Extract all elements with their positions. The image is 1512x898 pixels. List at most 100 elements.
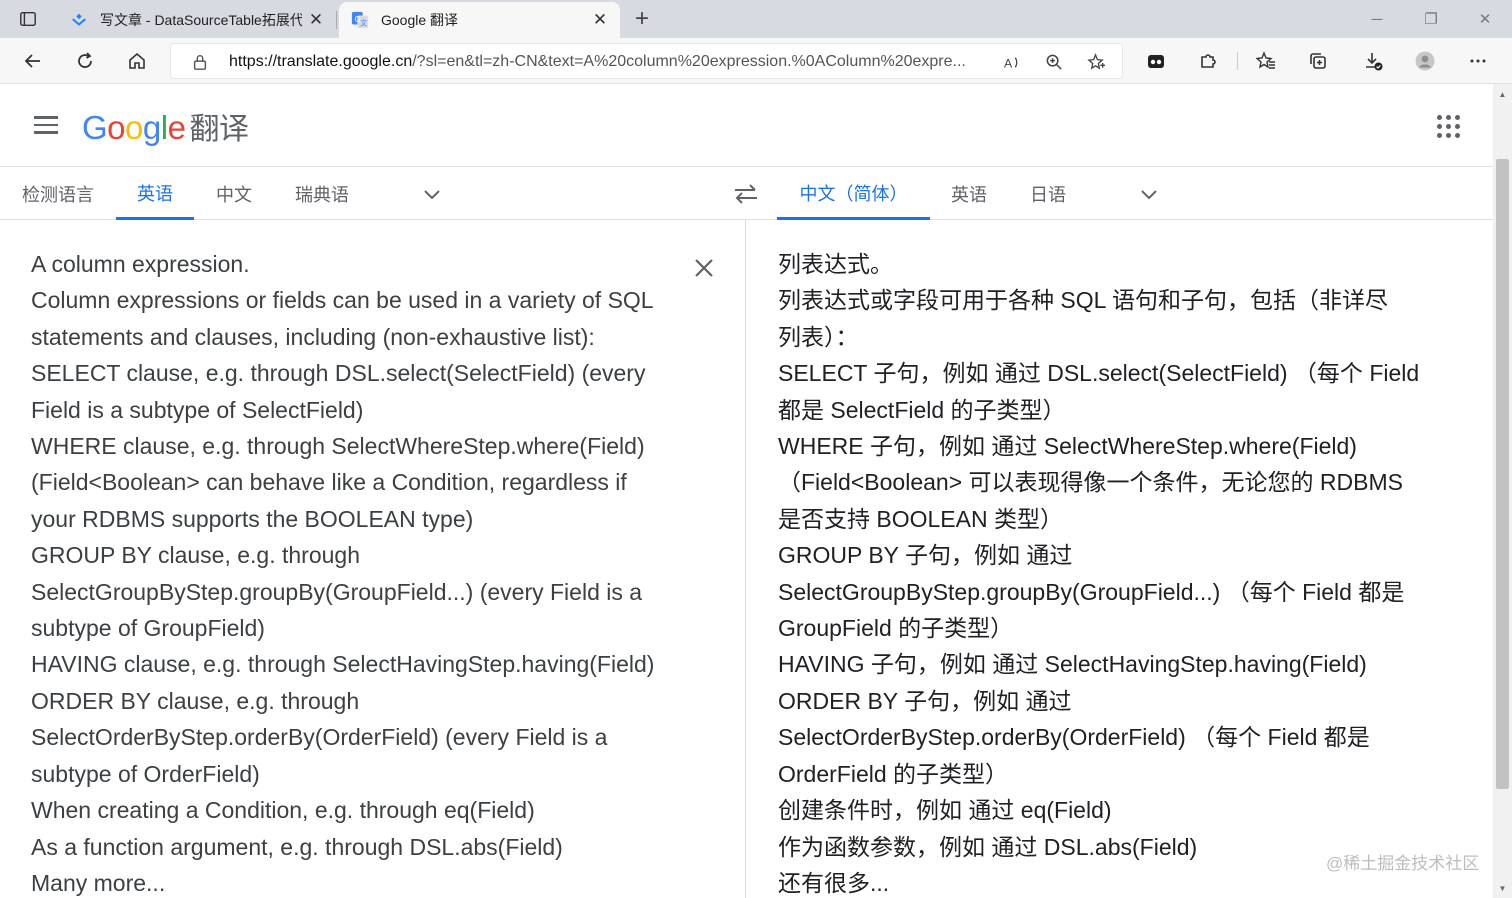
target-line: SelectOrderByStep.orderBy(OrderField) （每…	[778, 724, 1370, 751]
swap-languages-icon[interactable]	[732, 181, 760, 207]
source-line: your RDBMS supports the BOOLEAN type)	[31, 505, 474, 532]
target-line: OrderField 的子类型）	[778, 760, 1009, 787]
url-host: https://translate.google.cn	[229, 53, 413, 70]
source-line: A column expression.	[31, 251, 250, 277]
url-text[interactable]: https://translate.google.cn/?sl=en&tl=zh…	[229, 53, 999, 71]
target-lang-chinese-simplified[interactable]: 中文（简体）	[777, 168, 930, 220]
source-line: ORDER BY clause, e.g. through	[31, 687, 360, 714]
target-line: 列表达式或字段可用于各种 SQL 语句和子句，包括（非详尽	[778, 287, 1388, 314]
profile-icon[interactable]	[1408, 45, 1442, 77]
translate-favicon-icon: G文	[351, 11, 369, 29]
lock-icon[interactable]	[191, 53, 209, 71]
close-tab-icon[interactable]: ✕	[302, 6, 330, 34]
scroll-down-icon[interactable]: ▼	[1493, 880, 1512, 896]
source-line: subtype of OrderField)	[31, 760, 260, 787]
source-line: SelectOrderByStep.orderBy(OrderField) (e…	[31, 724, 608, 751]
logo-letter: l	[160, 109, 168, 146]
svg-text:A: A	[1003, 56, 1012, 70]
scroll-up-icon[interactable]: ▲	[1493, 86, 1512, 102]
target-more-chevron-down-icon[interactable]	[1137, 182, 1161, 206]
target-line: GroupField 的子类型）	[778, 615, 1014, 642]
more-icon[interactable]	[1461, 45, 1495, 77]
close-tab-icon[interactable]: ✕	[586, 6, 614, 34]
tab-title: Google 翻译	[381, 12, 459, 28]
clear-text-close-icon[interactable]	[690, 254, 718, 282]
google-apps-icon[interactable]	[1434, 112, 1462, 140]
target-line: （Field<Boolean> 可以表现得像一个条件，无论您的 RDBMS	[778, 469, 1403, 496]
main-menu-icon[interactable]	[30, 112, 64, 138]
language-bar: 检测语言 英语 中文 瑞典语 中文（简体） 英语 日语	[0, 168, 1493, 220]
source-line: subtype of GroupField)	[31, 615, 265, 642]
close-window-icon[interactable]: ✕	[1458, 0, 1512, 38]
tab-strip: 写文章 - DataSourceTable拓展代 ✕ G文 Google 翻译 …	[0, 0, 1512, 38]
tab-article[interactable]: 写文章 - DataSourceTable拓展代 ✕	[58, 2, 336, 38]
target-line: 创建条件时，例如 通过 eq(Field)	[778, 797, 1112, 824]
source-line: statements and clauses, including (non-e…	[31, 323, 595, 350]
minimize-icon[interactable]: ─	[1350, 0, 1404, 38]
add-favorite-icon[interactable]	[1085, 52, 1107, 72]
scrollbar-thumb[interactable]	[1496, 159, 1509, 789]
home-icon[interactable]	[120, 45, 154, 77]
target-lang-english[interactable]: 英语	[945, 168, 993, 219]
source-line: SelectGroupByStep.groupBy(GroupField...)…	[31, 578, 643, 605]
source-lang-chinese[interactable]: 中文	[212, 168, 256, 219]
source-line: As a function argument, e.g. through DSL…	[31, 833, 563, 860]
target-line: HAVING 子句，例如 通过 SelectHavingStep.having(…	[778, 651, 1367, 678]
source-line: (Field<Boolean> can behave like a Condit…	[31, 469, 627, 496]
new-tab-button[interactable]: +	[628, 6, 656, 32]
logo-letter: o	[125, 109, 143, 146]
target-line: GROUP BY 子句，例如 通过	[778, 542, 1073, 569]
google-translate-logo[interactable]: Google 翻译	[82, 104, 249, 146]
read-aloud-icon[interactable]: A	[1001, 52, 1023, 72]
watermark-text: @稀土掘金技术社区	[1326, 854, 1480, 873]
source-line: Many more...	[31, 869, 166, 896]
page-scrollbar[interactable]: ▲ ▼	[1493, 84, 1512, 898]
source-textarea[interactable]: A column expression. Column expressions …	[31, 246, 671, 898]
target-line: SELECT 子句，例如 通过 DSL.select(SelectField) …	[778, 360, 1420, 387]
target-line: WHERE 子句，例如 通过 SelectWhereStep.where(Fie…	[778, 433, 1357, 460]
juejin-favicon-icon	[72, 13, 86, 26]
logo-letter: G	[82, 109, 108, 146]
url-path: /?sl=en&tl=zh-CN&text=A%20column%20expre…	[412, 53, 966, 70]
source-lang-swedish[interactable]: 瑞典语	[290, 168, 354, 219]
extension-icon[interactable]	[1139, 45, 1173, 77]
zoom-icon[interactable]	[1043, 52, 1065, 72]
panel-divider	[745, 220, 746, 898]
target-line: 是否支持 BOOLEAN 类型）	[778, 505, 1063, 532]
tab-separator	[336, 11, 337, 29]
target-line: SelectGroupByStep.groupBy(GroupField...)…	[778, 578, 1405, 605]
tab-title: 写文章 - DataSourceTable拓展代	[100, 12, 302, 28]
source-line: SELECT clause, e.g. through DSL.select(S…	[31, 360, 646, 387]
target-line: 都是 SelectField 的子类型）	[778, 396, 1066, 423]
translate-header: Google 翻译	[0, 84, 1493, 167]
toolbar-divider	[1237, 52, 1238, 70]
refresh-icon[interactable]	[68, 45, 102, 77]
source-lang-detect[interactable]: 检测语言	[20, 168, 96, 219]
source-lang-english[interactable]: 英语	[116, 168, 194, 220]
tab-actions-icon[interactable]	[8, 6, 48, 32]
svg-text:文: 文	[360, 18, 367, 27]
logo-letter: g	[142, 109, 161, 146]
restore-icon[interactable]: ❐	[1404, 0, 1458, 38]
collections-icon[interactable]	[1301, 45, 1335, 77]
downloads-icon[interactable]	[1356, 45, 1390, 77]
browser-toolbar: https://translate.google.cn/?sl=en&tl=zh…	[0, 38, 1512, 84]
translation-output: 列表达式。 列表达式或字段可用于各种 SQL 语句和子句，包括（非详尽 列表）：…	[778, 246, 1438, 898]
target-line: ORDER BY 子句，例如 通过	[778, 687, 1072, 714]
back-icon[interactable]	[16, 45, 50, 77]
target-line: 列表）：	[778, 323, 859, 350]
address-bar[interactable]: https://translate.google.cn/?sl=en&tl=zh…	[170, 43, 1123, 79]
favorites-icon[interactable]	[1249, 45, 1283, 77]
target-line: 列表达式。	[778, 251, 893, 277]
translate-page: Google 翻译 检测语言 英语 中文 瑞典语 中文（简体） 英语 日语 A …	[0, 84, 1493, 898]
window-controls: ─ ❐ ✕	[1350, 0, 1512, 38]
target-lang-japanese[interactable]: 日语	[1024, 168, 1072, 219]
logo-letter: o	[107, 109, 126, 146]
product-name: 翻译	[189, 113, 249, 146]
puzzle-icon[interactable]	[1191, 45, 1225, 77]
source-line: Column expressions or fields can be used…	[31, 287, 654, 314]
source-more-chevron-down-icon[interactable]	[420, 182, 444, 206]
tab-google-translate[interactable]: G文 Google 翻译 ✕	[339, 2, 620, 38]
source-line: WHERE clause, e.g. through SelectWhereSt…	[31, 433, 645, 460]
source-line: HAVING clause, e.g. through SelectHaving…	[31, 651, 655, 678]
